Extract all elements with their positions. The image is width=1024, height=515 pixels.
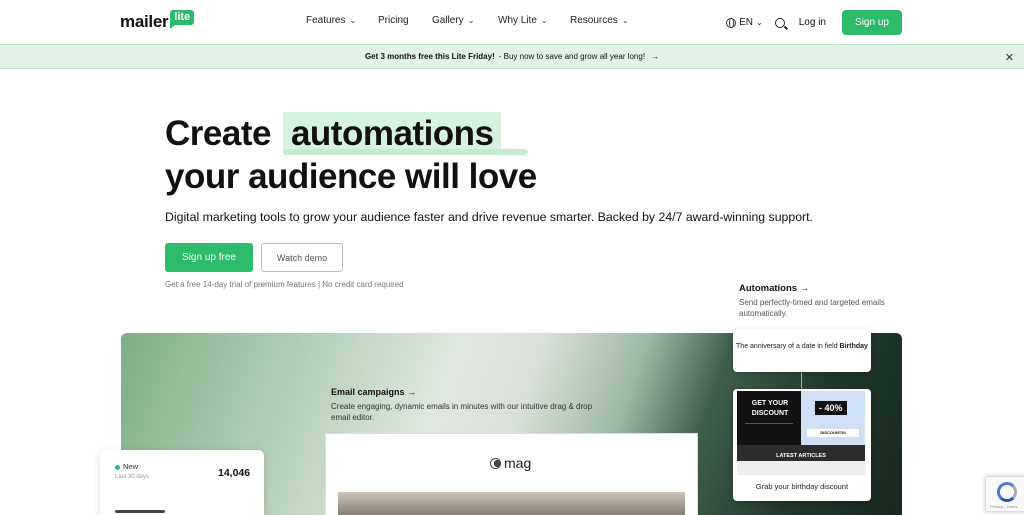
watch-demo-button[interactable]: Watch demo xyxy=(261,243,343,272)
hero-highlight-word: automations xyxy=(290,114,494,153)
nav-item-label: Why Lite xyxy=(498,15,537,26)
promo-headline: Get 3 months free this Lite Friday! xyxy=(364,52,495,61)
page-root: mailer lite Features ⌄ Pricing Gallery ⌄ W… xyxy=(0,0,1024,515)
chevron-down-icon: ⌄ xyxy=(467,16,475,25)
hero-heading-line-1: Create automations xyxy=(165,112,537,156)
birthday-email-caption: Grab your birthday discount xyxy=(755,482,849,491)
nav-item-resources[interactable]: Resources ⌄ xyxy=(570,15,650,26)
automation-trigger-node: The anniversary of a date in field Birth… xyxy=(733,329,871,372)
email-discount-headline: GET YOUR DISCOUNT xyxy=(751,400,789,417)
stats-value: 14,046 xyxy=(218,467,251,479)
nav-item-gallery[interactable]: Gallery ⌄ xyxy=(432,15,498,26)
login-link[interactable]: Log in xyxy=(799,17,826,28)
email-brand: mag xyxy=(490,455,531,471)
nav-item-why-lite[interactable]: Why Lite ⌄ xyxy=(498,15,570,26)
chevron-down-icon: ⌄ xyxy=(349,16,357,25)
subscriber-stats-card: New Last 30 days 14,046 xyxy=(100,450,264,515)
promo-text: Buy now to save and grow all year long! xyxy=(503,52,646,61)
nav-item-features[interactable]: Features ⌄ xyxy=(306,15,378,26)
brand-logo-icon xyxy=(490,457,501,469)
hero-highlight: automations xyxy=(282,112,528,156)
nav-item-pricing[interactable]: Pricing xyxy=(378,15,432,26)
hero-heading: Create automations your audience will lo… xyxy=(165,112,537,199)
signup-button[interactable]: Sign up xyxy=(842,10,902,35)
chevron-down-icon: ⌄ xyxy=(540,16,548,25)
email-discount-percent: - 40% xyxy=(815,401,847,415)
email-fine-print xyxy=(745,423,793,435)
stats-period: Last 30 days xyxy=(115,474,150,480)
signup-free-button[interactable]: Sign up free xyxy=(165,243,253,272)
arrow-right-icon: → xyxy=(651,52,660,61)
nav-item-label: Resources xyxy=(570,15,618,26)
promo-banner[interactable]: Get 3 months free this Lite Friday! - Bu… xyxy=(0,44,1024,69)
mailerlite-logo[interactable]: mailer lite xyxy=(120,10,195,32)
logo-badge: lite xyxy=(170,10,195,29)
status-dot-icon xyxy=(115,465,120,470)
recaptcha-links: Privacy - Terms xyxy=(990,504,1018,509)
email-latest-articles: LATEST ARTICLES xyxy=(776,453,826,459)
stats-next-row xyxy=(115,510,165,513)
email-discount-block: GET YOUR DISCOUNT xyxy=(737,391,801,445)
workflow-connector xyxy=(801,372,802,390)
nav-item-label: Gallery xyxy=(432,15,464,26)
top-navigation: mailer lite Features ⌄ Pricing Gallery ⌄ W… xyxy=(0,0,1024,44)
recaptcha-icon xyxy=(997,482,1017,502)
automations-link[interactable]: Automations → xyxy=(739,283,809,294)
trigger-text: The anniversary of a date in field xyxy=(736,343,838,350)
email-percent-block: - 40% DISCOUNT50 xyxy=(801,391,865,445)
logo-wordmark: mailer xyxy=(120,12,169,31)
search-icon[interactable] xyxy=(774,17,785,28)
trial-note: Get a free 14-day trial of premium featu… xyxy=(165,280,404,289)
hero-heading-prefix: Create xyxy=(165,114,271,153)
language-selector[interactable]: EN ⌄ xyxy=(726,17,763,28)
automations-description: Send perfectly-timed and targeted emails… xyxy=(739,298,885,318)
email-campaigns-link[interactable]: Email campaigns → xyxy=(331,387,416,397)
main-menu: Features ⌄ Pricing Gallery ⌄ Why Lite ⌄ Res… xyxy=(306,15,650,26)
email-brand-name: mag xyxy=(504,455,532,471)
hero-subtitle: Digital marketing tools to grow your aud… xyxy=(165,210,813,224)
nav-item-label: Pricing xyxy=(378,15,409,26)
hero-heading-line-2: your audience will love xyxy=(165,157,537,196)
chevron-down-icon: ⌄ xyxy=(756,18,763,27)
email-discount-code: DISCOUNT50 xyxy=(807,429,859,437)
nav-item-label: Features xyxy=(306,15,346,26)
recaptcha-badge[interactable]: Privacy - Terms xyxy=(985,476,1024,512)
birthday-email-card: GET YOUR DISCOUNT - 40% DISCOUNT50 LATES… xyxy=(733,389,871,501)
stats-label: New xyxy=(123,462,139,471)
trigger-field: Birthday xyxy=(839,343,868,350)
email-article-strip xyxy=(737,461,865,475)
language-code: EN xyxy=(739,17,754,28)
close-icon[interactable]: ✕ xyxy=(1005,51,1014,64)
email-hero-image xyxy=(338,492,685,515)
nav-actions: EN ⌄ Log in Sign up xyxy=(726,10,902,35)
globe-icon xyxy=(726,17,737,28)
chevron-down-icon: ⌄ xyxy=(621,16,629,25)
email-campaigns-description: Create engaging, dynamic emails in minut… xyxy=(331,402,593,422)
